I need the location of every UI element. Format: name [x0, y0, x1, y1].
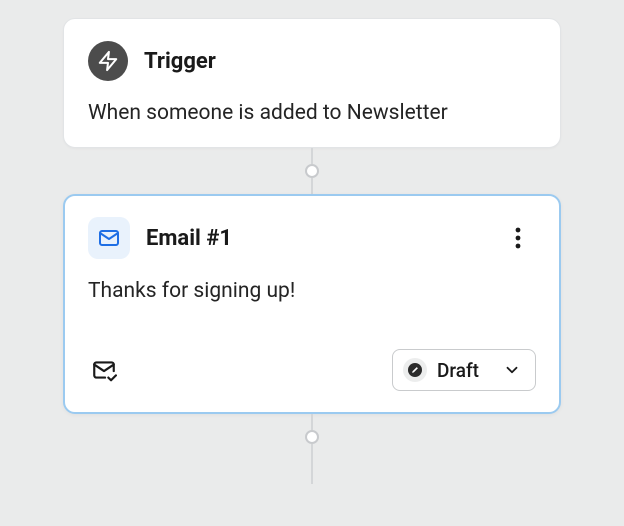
- mail-check-icon[interactable]: [88, 354, 120, 386]
- pencil-circle-icon: [403, 358, 427, 382]
- trigger-card[interactable]: Trigger When someone is added to Newslet…: [63, 18, 561, 148]
- trigger-title: Trigger: [144, 49, 216, 74]
- dots-vertical-icon: [515, 227, 521, 249]
- email-card[interactable]: Email #1 Thanks for signing up!: [63, 194, 561, 414]
- connector-bottom: [305, 414, 319, 484]
- connector-add-node[interactable]: [305, 164, 319, 178]
- trigger-description: When someone is added to Newsletter: [88, 101, 536, 125]
- connector-add-node-bottom[interactable]: [305, 430, 319, 444]
- trigger-header: Trigger: [88, 41, 536, 81]
- connector: [305, 148, 319, 194]
- email-title: Email #1: [146, 226, 232, 251]
- status-dropdown[interactable]: Draft: [392, 349, 536, 391]
- email-header: Email #1: [88, 217, 536, 259]
- email-subject: Thanks for signing up!: [88, 279, 536, 303]
- email-footer: Draft: [88, 349, 536, 391]
- more-button[interactable]: [500, 220, 536, 256]
- mail-icon: [88, 217, 130, 259]
- status-label: Draft: [437, 359, 479, 382]
- lightning-icon: [88, 41, 128, 81]
- chevron-down-icon: [503, 361, 521, 379]
